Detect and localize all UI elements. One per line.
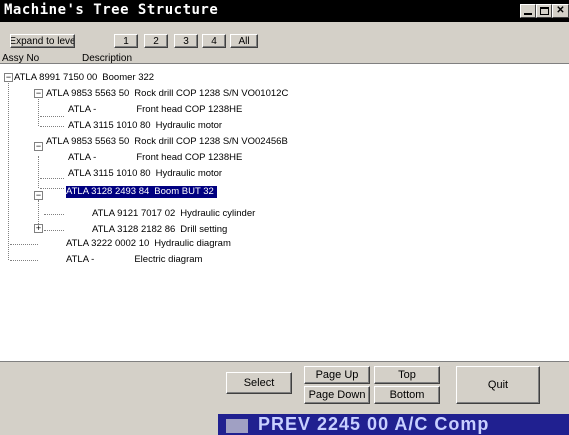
close-button[interactable]: ✕ — [552, 4, 569, 18]
node-code: ATLA 3128 2493 84 — [66, 186, 150, 197]
node-description: Front head COP 1238HE — [136, 152, 243, 163]
node-description: Hydraulic motor — [155, 168, 223, 179]
collapse-icon[interactable]: − — [34, 89, 43, 98]
close-icon: ✕ — [556, 5, 565, 16]
node-code: ATLA 8991 7150 00 — [14, 72, 98, 83]
top-button[interactable]: Top — [374, 366, 440, 384]
minimize-icon — [524, 13, 532, 15]
tree-node[interactable]: ATLA 9853 5563 50 Rock drill COP 1238 S/N… — [46, 136, 288, 148]
tree-node[interactable]: ATLA 3128 2182 86 Drill setting — [92, 224, 227, 236]
expand-all-button[interactable]: All — [230, 34, 258, 48]
tree-connector — [40, 126, 64, 127]
tree-connector — [10, 244, 38, 245]
tree-node[interactable]: ATLA - Front head COP 1238HE — [68, 104, 242, 116]
tree-connector — [38, 94, 39, 126]
column-header: Assy No Description — [0, 52, 569, 64]
tree-structure-window: Machine's Tree Structure ✕ Expand to lev… — [0, 0, 569, 435]
collapse-icon[interactable]: − — [34, 142, 43, 151]
expand-to-level-button[interactable]: Expand to leve — [10, 34, 75, 48]
tree-connector — [8, 78, 9, 260]
tree-connector — [40, 178, 64, 179]
tree-node-selected[interactable]: ATLA 3128 2493 84 Boom BUT 32 — [66, 186, 217, 198]
node-description: Hydraulic diagram — [154, 238, 231, 249]
page-down-button[interactable]: Page Down — [304, 386, 370, 404]
tree-node[interactable]: ATLA 3222 0002 10 Hydraulic diagram — [66, 238, 231, 250]
expand-icon[interactable]: + — [34, 224, 43, 233]
expand-toolbar: Expand to leve 1 2 3 4 All — [0, 22, 569, 48]
select-button[interactable]: Select — [226, 372, 292, 394]
tree-node[interactable]: ATLA 3115 1010 80 Hydraulic motor — [68, 120, 222, 132]
tree-connector — [44, 214, 64, 215]
quit-button[interactable]: Quit — [456, 366, 540, 404]
collapse-icon[interactable]: − — [4, 73, 13, 82]
window-title: Machine's Tree Structure — [4, 2, 219, 18]
node-code: ATLA 9853 5563 50 — [46, 136, 130, 147]
tree-node[interactable]: ATLA 9853 5563 50 Rock drill COP 1238 S/N… — [46, 88, 288, 100]
tree-view[interactable]: − − − − + ATLA 8991 7150 00 Boomer 322 AT… — [0, 64, 569, 362]
node-code: ATLA 9121 7017 02 — [92, 208, 176, 219]
level-2-button[interactable]: 2 — [144, 34, 168, 48]
collapse-icon[interactable]: − — [34, 191, 43, 200]
node-code: ATLA - — [68, 152, 97, 163]
tree-node[interactable]: ATLA - Front head COP 1238HE — [68, 152, 242, 164]
node-description: Rock drill COP 1238 S/N VO01012C — [134, 88, 289, 99]
maximize-button[interactable] — [536, 4, 552, 18]
maximize-icon — [540, 7, 549, 15]
node-description: Boom BUT 32 — [154, 186, 214, 197]
tree-connector — [38, 156, 39, 188]
title-bar[interactable]: Machine's Tree Structure ✕ — [0, 0, 569, 22]
node-description: Hydraulic motor — [155, 120, 223, 131]
tree-connector — [44, 230, 64, 231]
tree-node[interactable]: ATLA 9121 7017 02 Hydraulic cylinder — [92, 208, 255, 220]
node-code: ATLA - — [66, 254, 95, 265]
description-header[interactable]: Description — [82, 53, 132, 64]
tree-node[interactable]: ATLA - Electric diagram — [66, 254, 202, 266]
minimize-button[interactable] — [520, 4, 536, 18]
node-code: ATLA 3128 2182 86 — [92, 224, 176, 235]
node-code: ATLA 3115 1010 80 — [68, 120, 151, 131]
tree-connector — [40, 188, 64, 189]
level-4-button[interactable]: 4 — [202, 34, 226, 48]
tree-node[interactable]: ATLA 3115 1010 80 Hydraulic motor — [68, 168, 222, 180]
tree-node[interactable]: ATLA 8991 7150 00 Boomer 322 — [14, 72, 154, 84]
level-3-button[interactable]: 3 — [174, 34, 198, 48]
tree-connector — [10, 260, 38, 261]
background-status-strip: PREV 2245 00 A/C Comp — [218, 414, 569, 435]
window-icon — [226, 419, 248, 433]
node-code: ATLA 3222 0002 10 — [66, 238, 150, 249]
status-text: PREV 2245 00 A/C Comp — [258, 414, 490, 434]
node-code: ATLA 9853 5563 50 — [46, 88, 130, 99]
level-1-button[interactable]: 1 — [114, 34, 138, 48]
node-code: ATLA 3115 1010 80 — [68, 168, 151, 179]
bottom-button[interactable]: Bottom — [374, 386, 440, 404]
page-up-button[interactable]: Page Up — [304, 366, 370, 384]
node-description: Front head COP 1238HE — [136, 104, 243, 115]
node-description: Boomer 322 — [102, 72, 155, 83]
assy-no-header[interactable]: Assy No — [2, 53, 39, 64]
node-description: Hydraulic cylinder — [180, 208, 256, 219]
tree-connector — [40, 116, 64, 117]
node-description: Electric diagram — [134, 254, 203, 265]
node-description: Drill setting — [180, 224, 228, 235]
node-code: ATLA - — [68, 104, 97, 115]
node-description: Rock drill COP 1238 S/N VO02456B — [134, 136, 288, 147]
